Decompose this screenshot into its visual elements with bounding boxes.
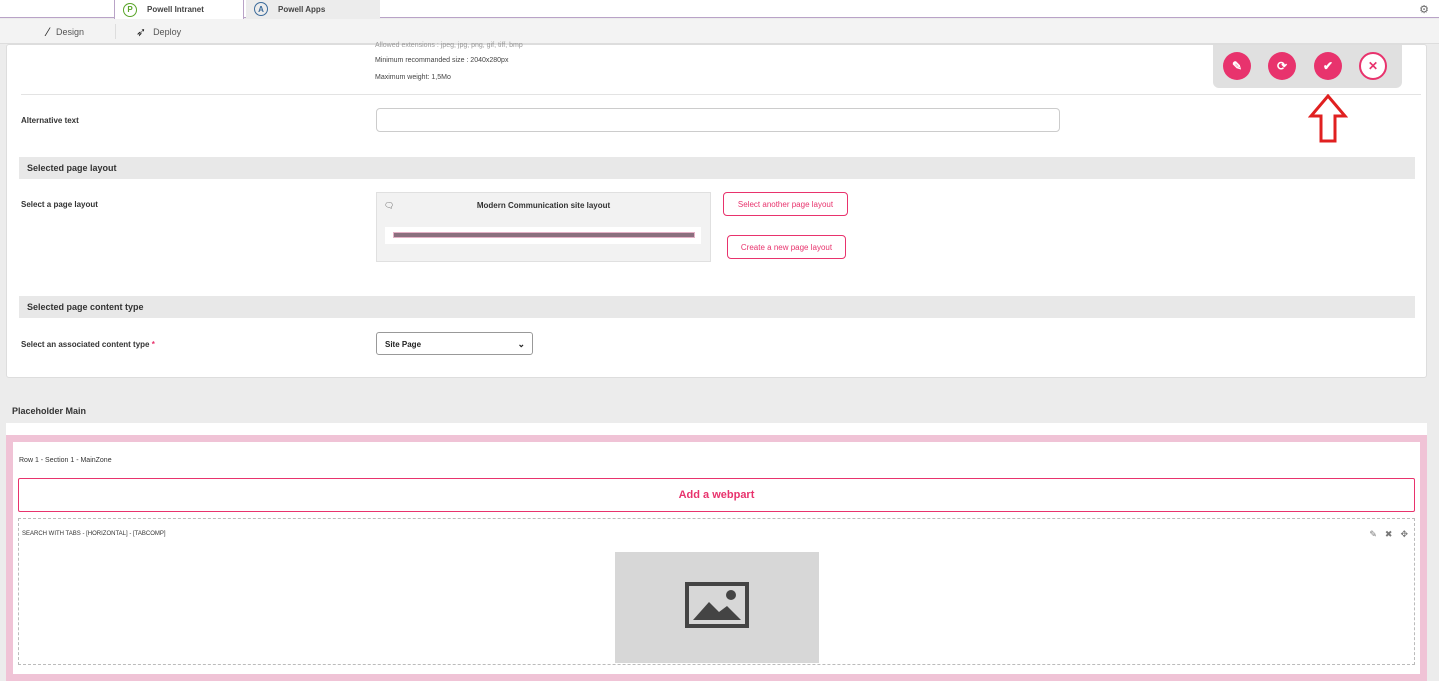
powell-apps-logo-icon: A	[254, 2, 268, 16]
content-type-label-text: Select an associated content type	[21, 340, 150, 349]
placeholder-strip	[6, 423, 1427, 435]
move-icon[interactable]: ✥	[1400, 529, 1408, 540]
design-label: Design	[56, 27, 85, 37]
page-layout-label: Select a page layout	[21, 200, 98, 209]
close-icon: ✕	[1367, 59, 1379, 73]
cancel-button[interactable]: ✕	[1359, 52, 1387, 80]
toolbar-divider	[115, 24, 116, 39]
edit-pencil-button[interactable]: ✎	[1223, 52, 1251, 80]
tab-powell-apps[interactable]: A Powell Apps	[246, 0, 380, 18]
alt-text-input[interactable]	[376, 108, 1060, 132]
min-size-text: Minimum recommanded size : 2040x280px	[375, 57, 509, 64]
content-type-select[interactable]: Site Page ⌄	[376, 332, 533, 355]
section-page-layout-header: Selected page layout	[19, 157, 1415, 179]
main-zone: Row 1 - Section 1 - MainZone Add a webpa…	[6, 435, 1427, 681]
design-button[interactable]: ⁄ Design	[47, 25, 84, 39]
webpart-label: SEARCH WITH TABS - [HORIZONTAL] - [TABCO…	[22, 531, 166, 537]
add-webpart-button[interactable]: Add a webpart	[18, 478, 1415, 512]
deploy-label: Deploy	[153, 27, 182, 37]
rocket-icon: ➶	[136, 25, 147, 39]
magic-wand-icon: ⁄	[47, 25, 50, 39]
webpart-search-with-tabs[interactable]: SEARCH WITH TABS - [HORIZONTAL] - [TABCO…	[18, 518, 1415, 665]
refresh-button[interactable]: ⟳	[1268, 52, 1296, 80]
page-layout-preview: 🗨 Modern Communication site layout	[376, 192, 711, 262]
page-settings-card: Allowed extensions : jpeg, jpg, png, gif…	[6, 42, 1427, 378]
create-new-layout-button[interactable]: Create a new page layout	[727, 235, 846, 259]
app-tab-bar: P Powell Intranet A Powell Apps ⚙	[0, 0, 1439, 19]
image-placeholder	[615, 552, 819, 663]
powell-intranet-logo-icon: P	[123, 2, 137, 17]
edit-action-bar: ✎ ⟳ ✔ ✕	[1213, 45, 1402, 88]
required-mark: *	[151, 340, 155, 349]
refresh-icon: ⟳	[1276, 59, 1288, 73]
chevron-down-icon: ⌄	[517, 339, 525, 349]
zone-label: Row 1 - Section 1 - MainZone	[19, 457, 112, 464]
select-another-layout-button[interactable]: Select another page layout	[723, 192, 848, 216]
tab-label: Powell Intranet	[147, 5, 204, 14]
tab-powell-intranet[interactable]: P Powell Intranet	[114, 0, 244, 19]
allowed-extensions-text: Allowed extensions : jpeg, jpg, png, gif…	[375, 42, 523, 49]
red-up-arrow-icon	[1308, 94, 1348, 143]
save-check-button[interactable]: ✔	[1314, 52, 1342, 80]
delete-icon[interactable]: ✖	[1385, 529, 1393, 540]
deploy-button[interactable]: ➶ Deploy	[136, 25, 181, 39]
image-icon	[685, 582, 749, 628]
content-type-selected-value: Site Page	[385, 340, 422, 349]
settings-gears-icon[interactable]: ⚙	[1419, 3, 1429, 16]
mode-toolbar: ⁄ Design ➶ Deploy	[0, 19, 1439, 44]
layout-name: Modern Communication site layout	[476, 201, 611, 210]
placeholder-title: Placeholder Main	[12, 406, 87, 416]
edit-icon[interactable]: ✎	[1369, 529, 1377, 540]
section-content-type-header: Selected page content type	[19, 296, 1415, 318]
max-weight-text: Maximum weight: 1,5Mo	[375, 74, 451, 81]
tab-label: Powell Apps	[278, 4, 326, 14]
content-type-label: Select an associated content type *	[21, 340, 155, 349]
webpart-toolbar: ✎ ✖ ✥	[1369, 529, 1408, 540]
checkmark-icon: ✔	[1322, 59, 1334, 73]
layout-thumbnail-bar	[393, 232, 695, 238]
page-bottom	[0, 681, 1439, 693]
divider	[21, 94, 1421, 95]
alt-text-label: Alternative text	[21, 116, 79, 125]
pencil-icon: ✎	[1231, 59, 1243, 73]
layout-thumbnail	[385, 227, 701, 244]
